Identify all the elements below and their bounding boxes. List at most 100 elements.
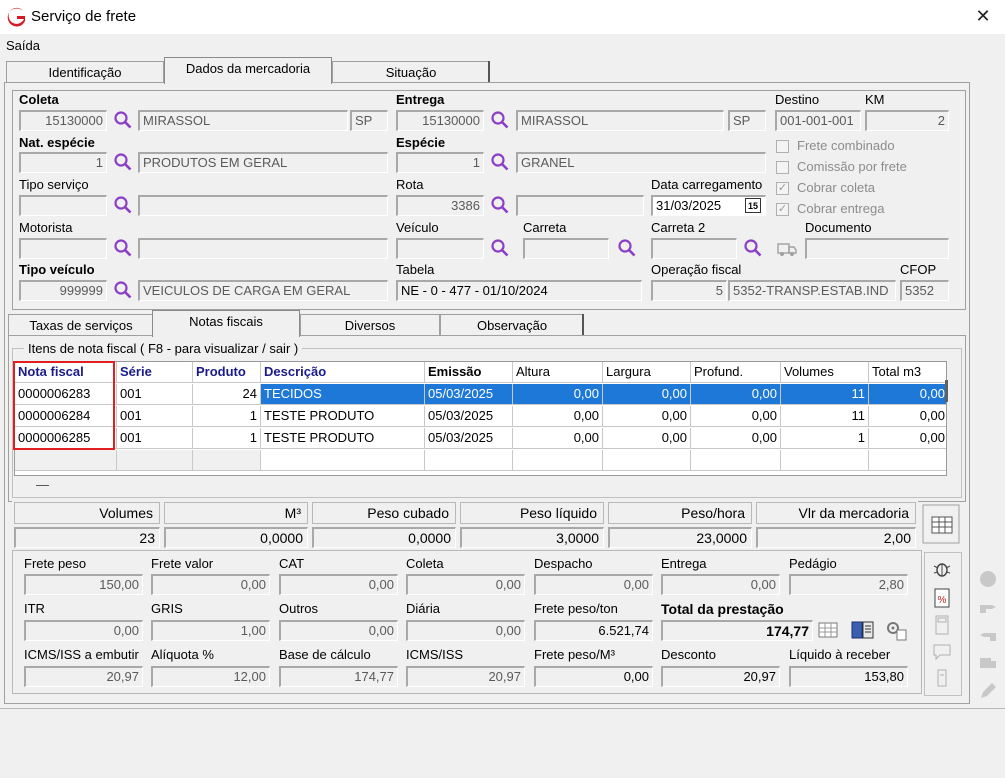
truck-icon[interactable] <box>776 238 798 258</box>
carreta-2-field[interactable] <box>651 238 737 259</box>
entrega-city-field[interactable]: MIRASSOL <box>516 110 724 131</box>
especie-code-field[interactable]: 1 <box>396 152 484 173</box>
cell-empty[interactable] <box>193 450 261 471</box>
checkbox-comissao-por-frete[interactable] <box>776 161 789 174</box>
km-field[interactable]: 2 <box>865 110 949 131</box>
itr-field[interactable]: 0,00 <box>24 620 143 641</box>
motorista-desc-field[interactable] <box>138 238 388 259</box>
cell-total-m3[interactable]: 0,00 <box>869 384 946 405</box>
coleta-uf-field[interactable]: SP <box>350 110 388 131</box>
tabela-field[interactable]: NE - 0 - 477 - 01/10/2024 <box>396 280 642 301</box>
desconto-field[interactable]: 20,97 <box>661 666 780 687</box>
hand-left-disabled-icon[interactable] <box>977 624 999 646</box>
cell-volumes[interactable]: 11 <box>781 406 869 427</box>
cell-total-m3[interactable]: 0,00 <box>869 428 946 449</box>
coleta-city-field[interactable]: MIRASSOL <box>138 110 348 131</box>
tab-taxas-de-servicos[interactable]: Taxas de serviços <box>8 314 154 337</box>
nat-especie-code-field[interactable]: 1 <box>19 152 107 173</box>
cell-altura[interactable]: 0,00 <box>513 428 603 449</box>
operacao-fiscal-code-field[interactable]: 5 <box>651 280 727 301</box>
checkbox-cobrar-entrega[interactable]: ✓ <box>776 203 789 216</box>
frete-peso-ton-field[interactable]: 6.521,74 <box>534 620 653 641</box>
cell-emissao[interactable]: 05/03/2025 <box>425 428 513 449</box>
coleta-code-field[interactable]: 15130000 <box>19 110 107 131</box>
frete-valor-field[interactable]: 0,00 <box>151 574 270 595</box>
search-icon[interactable] <box>490 110 510 130</box>
hand-right-disabled-icon[interactable] <box>977 596 999 618</box>
close-button[interactable]: ✕ <box>972 5 994 27</box>
gear-calc-icon[interactable] <box>884 619 908 641</box>
entrega-uf-field[interactable]: SP <box>728 110 766 131</box>
circle-disabled-icon[interactable] <box>977 568 999 590</box>
cell-empty[interactable] <box>513 450 603 471</box>
cell-serie[interactable]: 001 <box>117 406 193 427</box>
icms-iss-field[interactable]: 20,97 <box>406 666 525 687</box>
col-altura[interactable]: Altura <box>513 362 603 383</box>
aliquota-field[interactable]: 12,00 <box>151 666 270 687</box>
cell-empty[interactable] <box>425 450 513 471</box>
outros-field[interactable]: 0,00 <box>279 620 398 641</box>
rota-desc-field[interactable] <box>516 195 644 216</box>
col-volumes[interactable]: Volumes <box>781 362 869 383</box>
cell-volumes[interactable]: 11 <box>781 384 869 405</box>
frete-peso-field[interactable]: 150,00 <box>24 574 143 595</box>
menu-saida[interactable]: Saída <box>6 38 40 53</box>
cell-descricao[interactable]: TECIDOS <box>261 384 425 405</box>
search-icon[interactable] <box>490 195 510 215</box>
cell-empty[interactable] <box>691 450 781 471</box>
tipo-servico-code-field[interactable] <box>19 195 107 216</box>
nat-especie-desc-field[interactable]: PRODUTOS EM GERAL <box>138 152 388 173</box>
notas-grid[interactable]: Nota fiscal Série Produto Descrição Emis… <box>14 361 947 476</box>
cell-produto[interactable]: 1 <box>193 406 261 427</box>
cell-produto[interactable]: 1 <box>193 428 261 449</box>
cell-profund[interactable]: 0,00 <box>691 428 781 449</box>
search-icon[interactable] <box>113 110 133 130</box>
coleta-valor-field[interactable]: 0,00 <box>406 574 525 595</box>
pedagio-field[interactable]: 2,80 <box>789 574 908 595</box>
cell-produto[interactable]: 24 <box>193 384 261 405</box>
col-descricao[interactable]: Descrição <box>261 362 425 383</box>
checkbox-frete-combinado[interactable] <box>776 140 789 153</box>
liquido-receber-field[interactable]: 153,80 <box>789 666 908 687</box>
cell-serie[interactable]: 001 <box>117 384 193 405</box>
operacao-fiscal-desc-field[interactable]: 5352-TRANSP.ESTAB.IND <box>728 280 896 301</box>
cell-empty[interactable] <box>781 450 869 471</box>
cell-nota-fiscal[interactable]: 0000006283 <box>15 384 117 405</box>
tab-identificacao[interactable]: Identificação <box>6 61 164 84</box>
cell-emissao[interactable]: 05/03/2025 <box>425 406 513 427</box>
search-icon[interactable] <box>113 152 133 172</box>
cell-empty[interactable] <box>15 450 117 471</box>
documento-field[interactable] <box>805 238 949 259</box>
comment-disabled-icon[interactable] <box>931 641 953 663</box>
book-icon[interactable] <box>850 619 876 641</box>
search-icon[interactable] <box>113 195 133 215</box>
device-disabled-icon[interactable] <box>931 667 953 689</box>
motorista-code-field[interactable] <box>19 238 107 259</box>
cell-empty[interactable] <box>261 450 425 471</box>
truck-disabled-icon[interactable] <box>977 652 999 674</box>
bug-icon[interactable] <box>931 558 953 580</box>
cell-emissao[interactable]: 05/03/2025 <box>425 384 513 405</box>
search-icon[interactable] <box>113 238 133 258</box>
tab-notas-fiscais[interactable]: Notas fiscais <box>152 310 300 337</box>
frete-peso-m3-field[interactable]: 0,00 <box>534 666 653 687</box>
gris-field[interactable]: 1,00 <box>151 620 270 641</box>
tab-observacao[interactable]: Observação <box>440 314 584 337</box>
calculator-disabled-icon[interactable] <box>931 614 953 636</box>
cell-nota-fiscal[interactable]: 0000006285 <box>15 428 117 449</box>
cell-nota-fiscal[interactable]: 0000006284 <box>15 406 117 427</box>
total-prestacao-field[interactable]: 174,77 <box>661 620 813 641</box>
search-icon[interactable] <box>743 238 763 258</box>
pencil-disabled-icon[interactable] <box>977 680 999 702</box>
cell-profund[interactable]: 0,00 <box>691 406 781 427</box>
col-largura[interactable]: Largura <box>603 362 691 383</box>
tab-diversos[interactable]: Diversos <box>300 314 440 337</box>
tipo-servico-desc-field[interactable] <box>138 195 388 216</box>
col-nota-fiscal[interactable]: Nota fiscal <box>15 362 117 383</box>
search-icon[interactable] <box>617 238 637 258</box>
col-profund[interactable]: Profund. <box>691 362 781 383</box>
carreta-field[interactable] <box>523 238 609 259</box>
despacho-field[interactable]: 0,00 <box>534 574 653 595</box>
cell-empty[interactable] <box>869 450 946 471</box>
search-icon[interactable] <box>490 152 510 172</box>
